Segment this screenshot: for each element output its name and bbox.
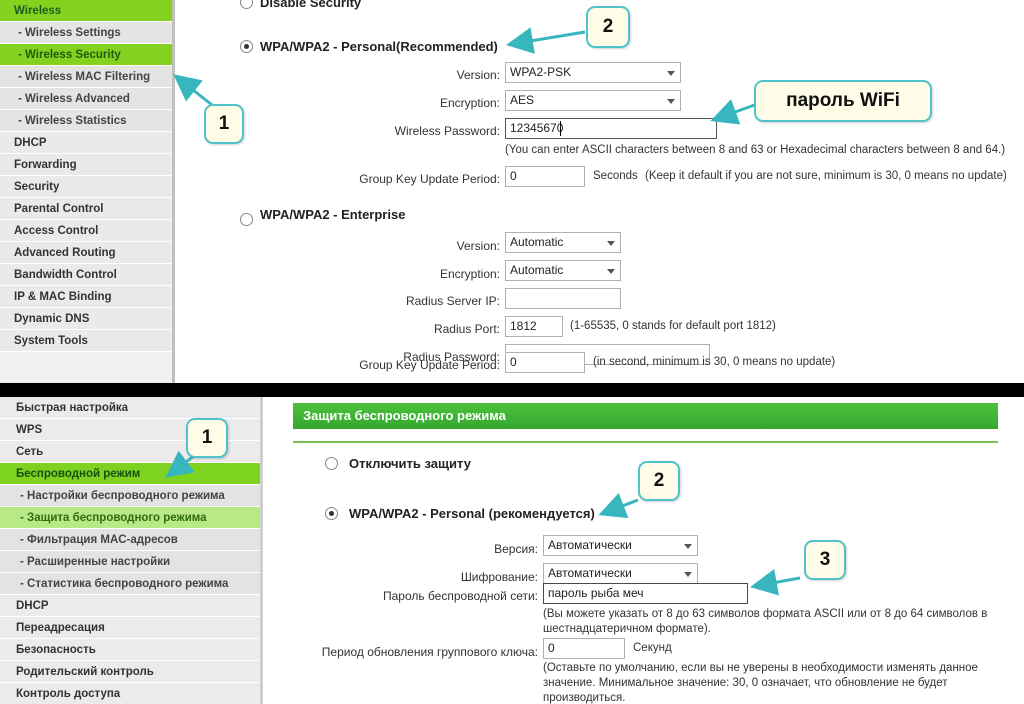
callout-top-wifi-password: пароль WiFi (754, 80, 932, 122)
callout-top-1: 1 (204, 104, 244, 144)
callout-bottom-1: 1 (186, 418, 228, 458)
callout-bottom-3: 3 (804, 540, 846, 580)
callout-top-2: 2 (586, 6, 630, 48)
callout-bottom-2: 2 (638, 461, 680, 501)
